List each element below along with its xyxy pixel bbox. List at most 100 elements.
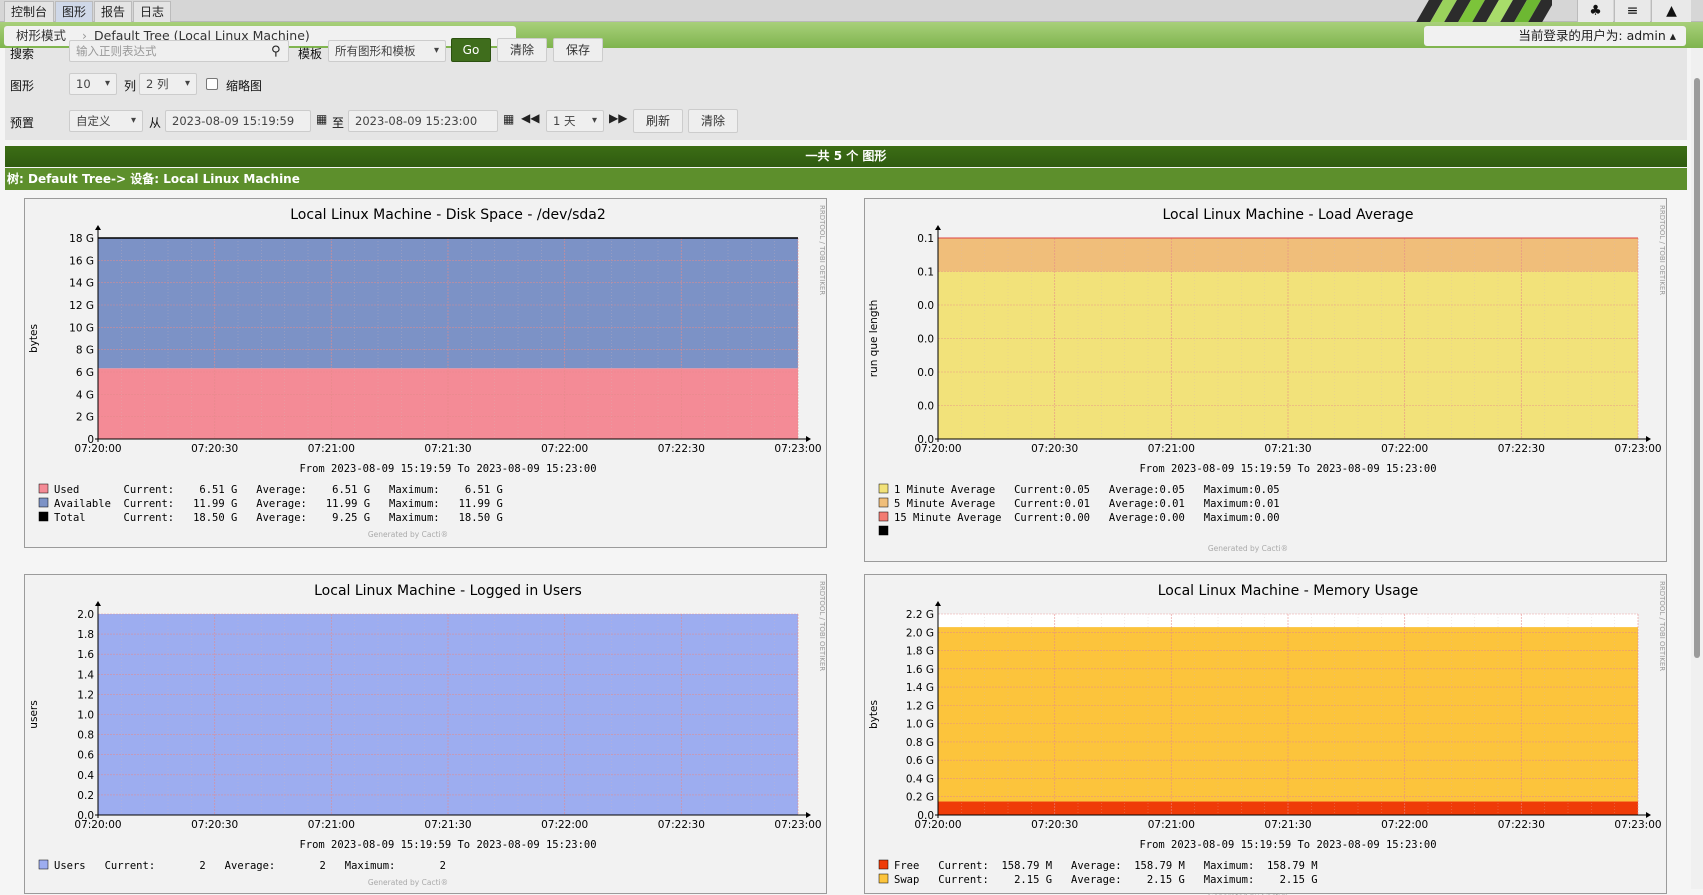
legend-swatch	[878, 525, 889, 536]
from-date-input[interactable]: 2023-08-09 15:19:59	[165, 110, 311, 132]
y-tick-label: 1.8	[77, 629, 94, 641]
x-tick-label: 07:21:00	[308, 819, 355, 831]
logged-in-user[interactable]: 当前登录的用户为: admin ▴	[1424, 26, 1686, 46]
y-tick-label: 6 G	[76, 367, 94, 379]
thumbnail-label: 缩略图	[226, 79, 263, 93]
y-axis-label: bytes	[28, 324, 40, 353]
search-icon: ⚲	[271, 44, 281, 59]
tab-reports[interactable]: 报告	[94, 1, 133, 22]
x-axis-arrow-icon	[1646, 812, 1651, 818]
go-button[interactable]: Go	[451, 38, 491, 62]
y-tick-label: 1.2 G	[906, 700, 934, 712]
x-axis-arrow-icon	[1646, 436, 1651, 442]
template-select[interactable]: 所有图形和模板	[328, 40, 446, 62]
tree-view-icon[interactable]: ♣	[1577, 0, 1613, 22]
y-tick-label: 0.2 G	[906, 792, 934, 804]
y-tick-label: 0.1	[917, 267, 934, 279]
y-tick-label: 1.0	[77, 710, 94, 722]
breadcrumb-tree-mode[interactable]: 树形模式	[16, 26, 66, 46]
y-tick-label: 2.2 G	[906, 609, 934, 621]
legend-swatch	[878, 483, 889, 494]
chart-title: Local Linux Machine - Disk Space - /dev/…	[290, 207, 606, 223]
y-tick-label: 0.0	[917, 334, 934, 346]
y-tick-label: 0.1	[917, 233, 934, 245]
tab-graphs[interactable]: 图形	[55, 1, 94, 22]
graph-load-average[interactable]: Local Linux Machine - Load Average 0.0 0.0…	[864, 198, 1667, 562]
y-tick-label: 1.0 G	[906, 719, 934, 731]
x-tick-label: 07:23:00	[774, 819, 821, 831]
generated-by-text: Generated by Cacti®	[368, 878, 448, 887]
x-axis-arrow-icon	[806, 436, 811, 442]
graph-memory-usage[interactable]: Local Linux Machine - Memory Usage 0.0 0.2…	[864, 574, 1667, 895]
rrdtool-side-text: RRDTOOL / TOBI OETIKER	[1658, 581, 1666, 671]
legend-swatch	[38, 859, 49, 870]
scrollbar-thumb[interactable]	[1694, 78, 1700, 658]
x-tick-label: 07:21:30	[1264, 819, 1311, 831]
rrdtool-side-text: RRDTOOL / TOBI OETIKER	[818, 205, 826, 295]
rrdtool-side-text: RRDTOOL / TOBI OETIKER	[818, 581, 826, 671]
graphs-label: 图形	[10, 79, 35, 93]
x-tick-label: 07:20:00	[914, 819, 961, 831]
preview-view-icon[interactable]: ▲	[1651, 0, 1691, 22]
y-tick-label: 4 G	[76, 389, 94, 401]
preset-select[interactable]: 自定义	[69, 110, 143, 132]
graphs-per-page-select[interactable]: 10	[69, 73, 117, 95]
x-tick-label: 07:22:00	[1381, 443, 1428, 455]
y-axis-label: bytes	[868, 700, 880, 729]
shift-right-icon[interactable]: ▶▶	[609, 111, 627, 125]
template-label: 模板	[298, 47, 323, 61]
x-tick-label: 07:20:30	[1031, 819, 1078, 831]
legend-entry: Total Current: 18.50 G Average: 9.25 G M…	[54, 512, 503, 524]
x-tick-label: 07:21:30	[424, 819, 471, 831]
y-tick-label: 0.2	[77, 790, 94, 802]
y-tick-label: 0.8	[77, 730, 94, 742]
y-axis-arrow-icon	[935, 601, 941, 606]
y-tick-label: 10 G	[69, 322, 94, 334]
x-tick-label: 07:21:00	[1148, 819, 1195, 831]
y-tick-label: 1.4 G	[906, 682, 934, 694]
columns-select[interactable]: 2 列	[139, 73, 197, 95]
clear-filter-button[interactable]: 清除	[497, 38, 547, 62]
y-tick-label: 1.4	[77, 669, 94, 681]
search-input[interactable]: 输入正则表达式	[69, 40, 289, 62]
x-tick-label: 07:22:00	[1381, 819, 1428, 831]
graph-logged-in-users[interactable]: Local Linux Machine - Logged in Users 0.0…	[24, 574, 827, 894]
chart-subtitle: From 2023-08-09 15:19:59 To 2023-08-09 1…	[299, 839, 596, 851]
columns-label: 列	[124, 79, 137, 93]
save-filter-button[interactable]: 保存	[553, 38, 603, 62]
legend-entry: Available Current: 11.99 G Average: 11.9…	[54, 498, 503, 510]
chart-title: Local Linux Machine - Memory Usage	[1158, 583, 1418, 599]
to-calendar-icon[interactable]: ▦	[503, 112, 514, 126]
page-scrollbar[interactable]	[1691, 48, 1703, 889]
graph-disk-space[interactable]: Local Linux Machine - Disk Space - /dev/…	[24, 198, 827, 548]
clear-timespan-button[interactable]: 清除	[688, 109, 738, 133]
y-tick-label: 0.8 G	[906, 737, 934, 749]
legend-swatch	[878, 511, 889, 522]
legend-entry: 5 Minute Average Current:0.01 Average:0.…	[894, 498, 1280, 510]
y-tick-label: 12 G	[69, 300, 94, 312]
y-tick-label: 2.0	[77, 609, 94, 621]
to-date-input[interactable]: 2023-08-09 15:23:00	[348, 110, 498, 132]
y-tick-label: 2.0 G	[906, 627, 934, 639]
from-calendar-icon[interactable]: ▦	[316, 112, 327, 126]
list-view-icon[interactable]: ≡	[1614, 0, 1650, 22]
from-label: 从	[149, 116, 162, 130]
x-tick-label: 07:21:30	[424, 443, 471, 455]
thumbnail-checkbox[interactable]	[206, 78, 218, 90]
legend-swatch	[38, 497, 49, 508]
x-tick-label: 07:22:00	[541, 819, 588, 831]
refresh-button[interactable]: 刷新	[633, 109, 683, 133]
preset-label: 预置	[10, 116, 35, 130]
chart-subtitle: From 2023-08-09 15:19:59 To 2023-08-09 1…	[1139, 839, 1436, 851]
x-tick-label: 07:22:30	[1498, 819, 1545, 831]
chart-title: Local Linux Machine - Logged in Users	[314, 583, 582, 599]
x-tick-label: 07:20:00	[74, 443, 121, 455]
legend-swatch	[878, 497, 889, 508]
timespan-select[interactable]: 1 天	[546, 110, 604, 132]
legend-entry: Used Current: 6.51 G Average: 6.51 G Max…	[54, 484, 503, 496]
x-tick-label: 07:21:30	[1264, 443, 1311, 455]
y-axis-arrow-icon	[935, 225, 941, 230]
tab-logs[interactable]: 日志	[133, 1, 172, 22]
shift-left-icon[interactable]: ◀◀	[521, 111, 539, 125]
tab-console[interactable]: 控制台	[4, 1, 55, 22]
